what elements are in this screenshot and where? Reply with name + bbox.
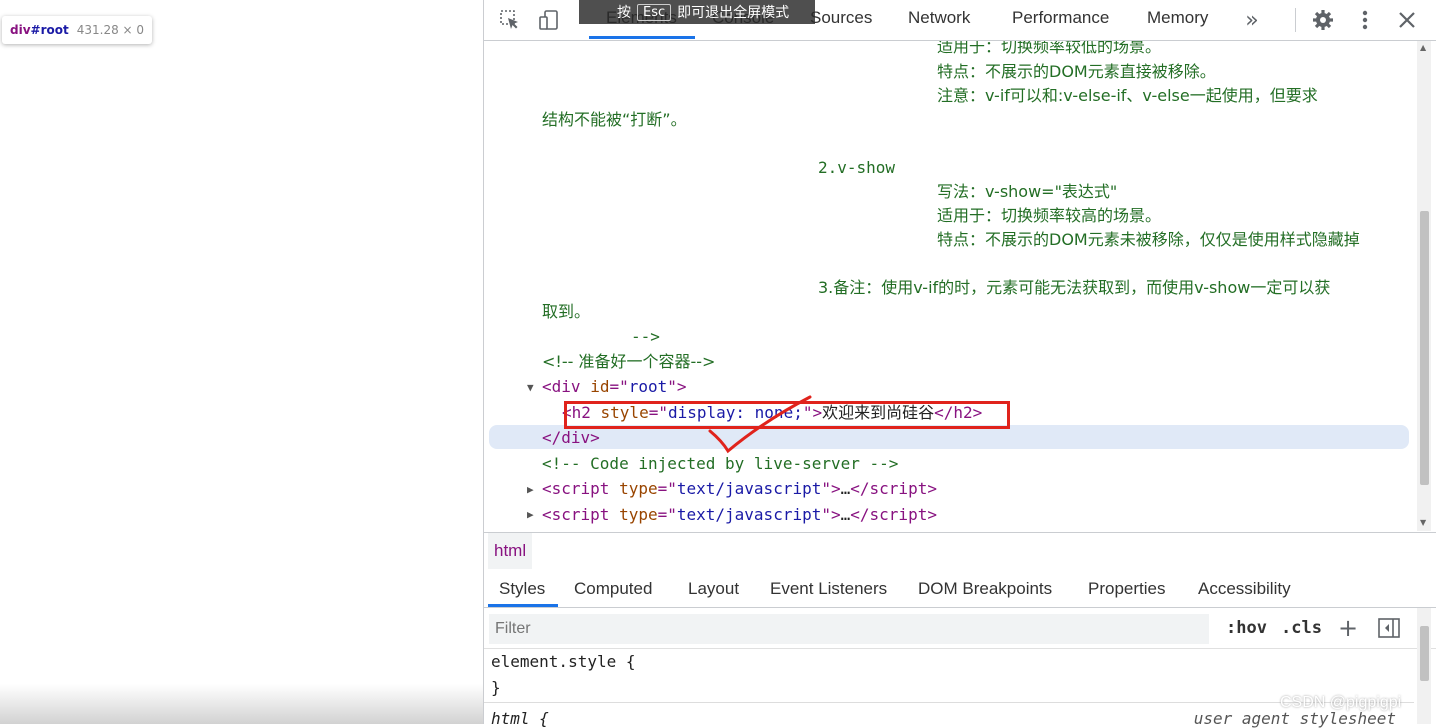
element-style-close: } <box>491 678 501 697</box>
script-attr: type <box>619 505 658 524</box>
page-fade <box>0 684 483 724</box>
element-tooltip: div #root 431.28 × 0 <box>2 16 153 44</box>
rule-divider <box>484 702 1414 703</box>
active-subtab-indicator <box>488 604 558 607</box>
scroll-thumb[interactable] <box>1420 211 1429 485</box>
script-attr-value: text/javascript <box>676 505 822 524</box>
tab-event-listeners[interactable]: Event Listeners <box>770 579 887 599</box>
tab-accessibility[interactable]: Accessibility <box>1198 579 1291 599</box>
element-style-selector[interactable]: element.style { <box>491 652 636 671</box>
collapse-triangle-icon[interactable]: ▶ <box>527 508 534 521</box>
tab-dom-breakpoints[interactable]: DOM Breakpoints <box>918 579 1052 599</box>
tab-network[interactable]: Network <box>908 8 970 28</box>
comment-line: 写法：v-show="表达式" <box>937 182 1118 201</box>
tab-memory[interactable]: Memory <box>1147 8 1208 28</box>
div-tag: div <box>551 377 581 396</box>
styles-filter-input[interactable] <box>489 614 1209 644</box>
container-comment[interactable]: <!-- 准备好一个容器--> <box>542 349 715 374</box>
collapse-triangle-icon[interactable]: ▶ <box>527 483 534 496</box>
comment-line: 特点：不展示的DOM元素直接被移除。 <box>937 62 1216 81</box>
div-attr-value: root <box>628 377 668 396</box>
script-ellipsis: … <box>840 479 851 498</box>
styles-scroll-thumb[interactable] <box>1420 626 1429 681</box>
styles-pane: element.style { } html { user agent styl… <box>484 649 1414 728</box>
more-tabs-icon[interactable]: » <box>1240 8 1264 33</box>
comment-line: --> <box>631 327 660 346</box>
comment-line: 取到。 <box>542 302 591 321</box>
script-node[interactable]: <script type="text/javascript">…</script… <box>542 502 937 527</box>
div-root-node[interactable]: <div id="root"> <box>542 374 687 399</box>
elements-scrollbar[interactable]: ▲ ▼ <box>1417 41 1431 531</box>
watermark: CSDN @pigpigpi <box>1280 694 1402 711</box>
breadcrumb-html[interactable]: html <box>488 533 533 569</box>
page-viewport: div #root 431.28 × 0 <box>0 0 483 724</box>
script-attr: type <box>619 479 658 498</box>
styles-scrollbar[interactable] <box>1417 608 1431 724</box>
tooltip-id: #root <box>30 23 69 37</box>
annotation-checkmark-icon <box>708 395 812 454</box>
comment-line: 特点：不展示的DOM元素未被移除，仅仅是使用样式隐藏掉 <box>937 230 1360 249</box>
script-node[interactable]: <script type="text/javascript">…</script… <box>542 476 937 501</box>
toggle-sidebar-icon[interactable] <box>1377 616 1401 640</box>
banner-key: Esc <box>637 3 672 21</box>
comment-line: 3.备注：使用v-if的时，元素可能无法获取到，而使用v-show一定可以获 <box>818 278 1331 297</box>
kebab-menu-icon[interactable] <box>1353 8 1377 32</box>
comment-line: 2.v-show <box>818 158 896 177</box>
settings-icon[interactable] <box>1311 8 1335 32</box>
scroll-down-icon[interactable]: ▼ <box>1420 518 1426 527</box>
close-icon[interactable] <box>1395 8 1419 32</box>
device-toggle-icon[interactable] <box>537 8 561 32</box>
script-ellipsis: … <box>840 505 851 524</box>
banner-prefix: 按 <box>617 5 631 21</box>
tab-performance[interactable]: Performance <box>1012 8 1109 28</box>
devtools-toolbar: Elements Console Sources Network Perform… <box>484 0 1436 41</box>
html-rule-selector[interactable]: html { <box>491 709 549 728</box>
fullscreen-banner: 按 Esc 即可退出全屏模式 <box>579 0 815 24</box>
comment-line: 结构不能被“打断”。 <box>542 110 687 129</box>
toolbar-divider <box>1295 8 1296 32</box>
new-rule-icon[interactable]: + <box>1336 614 1360 642</box>
sidebar-tabs: Styles Computed Layout Event Listeners D… <box>484 569 1436 608</box>
cls-button[interactable]: .cls <box>1281 618 1322 638</box>
comment-line: 适用于：切换频率较低的场景。 <box>937 41 1162 56</box>
tooltip-size: 431.28 × 0 <box>76 23 145 37</box>
active-tab-indicator <box>589 36 695 39</box>
banner-suffix: 即可退出全屏模式 <box>677 5 790 21</box>
scroll-up-icon[interactable]: ▲ <box>1420 43 1426 52</box>
tab-computed[interactable]: Computed <box>574 579 652 599</box>
tooltip-tag: div <box>10 23 31 37</box>
comment-line: 注意：v-if可以和:v-else-if、v-else一起使用，但要求 <box>937 86 1318 105</box>
tab-layout[interactable]: Layout <box>688 579 739 599</box>
expand-triangle-icon[interactable]: ▼ <box>527 381 534 394</box>
div-attr: id <box>590 377 610 396</box>
styles-toolbar: :hov .cls + <box>484 608 1436 649</box>
tab-sources[interactable]: Sources <box>810 8 872 28</box>
elements-tree: 适用于：切换频率较低的场景。 特点：不展示的DOM元素直接被移除。 注意：v-i… <box>484 41 1414 531</box>
tab-properties[interactable]: Properties <box>1088 579 1165 599</box>
comment-line: 适用于：切换频率较高的场景。 <box>937 206 1162 225</box>
hov-button[interactable]: :hov <box>1226 618 1267 638</box>
breadcrumb: html <box>484 532 1436 570</box>
tab-styles[interactable]: Styles <box>499 579 545 599</box>
devtools-panel: Elements Console Sources Network Perform… <box>483 0 1436 728</box>
script-attr-value: text/javascript <box>676 479 822 498</box>
inspect-icon[interactable] <box>498 8 522 32</box>
